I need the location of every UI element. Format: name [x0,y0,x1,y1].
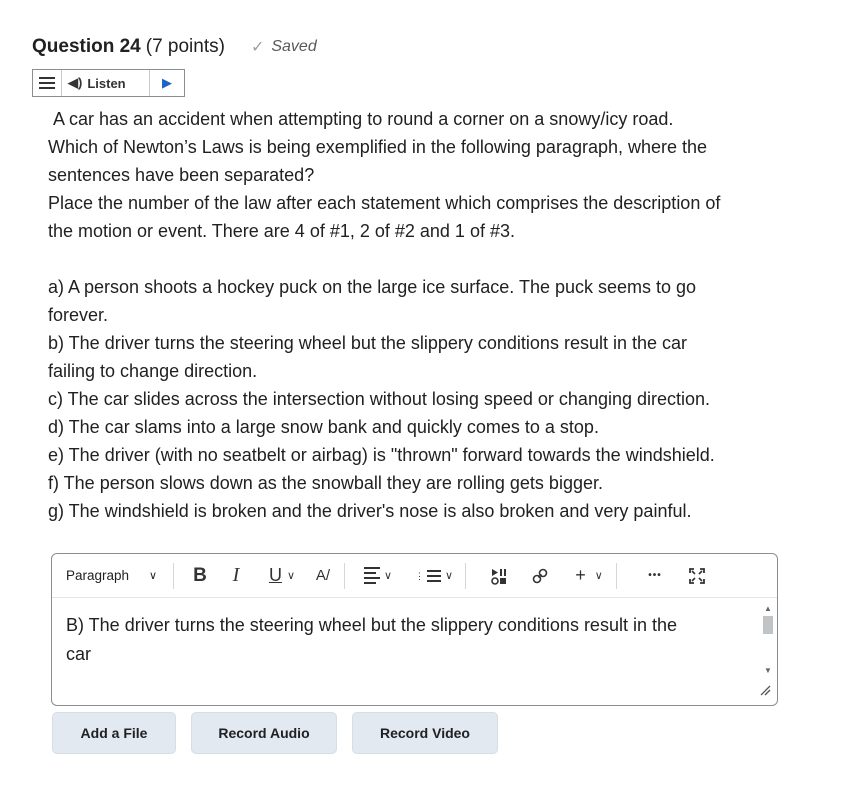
plus-icon: + [575,565,586,585]
question-header: Question 24 (7 points) ✓ Saved [32,36,317,58]
statement-line: c) The car slides across the intersectio… [48,389,711,409]
format-select[interactable]: Paragraph ∨ [66,568,166,583]
listen-toolbar: ◀) Listen ▶ [32,69,185,97]
more-options-button[interactable]: ••• [640,570,670,581]
saved-label: Saved [271,38,317,55]
statement-line: f) The person slows down as the snowball… [48,473,603,493]
chevron-down-icon: ∨ [149,570,158,582]
italic-button[interactable]: I [221,564,251,587]
bold-button[interactable]: B [185,565,215,587]
editor-content-area[interactable]: B) The driver turns the steering wheel b… [52,598,762,680]
toolbar-divider [344,562,345,589]
text-style-button[interactable]: A/ [309,567,337,584]
format-select-value: Paragraph [66,568,130,583]
chevron-down-icon: ∨ [383,570,393,582]
statement-line: e) The driver (with no seatbelt or airba… [48,445,715,465]
question-points: (7 points) [145,36,225,57]
resize-handle-icon[interactable] [759,684,771,699]
question-prompt: A car has an accident when attempting to… [48,105,788,525]
insert-media-icon [491,568,506,585]
editor-toolbar: Paragraph ∨ B I U ∨ A/ ∨ ⋮ ∨ + ∨ ••• [52,554,777,598]
fullscreen-button[interactable] [682,567,712,585]
speaker-icon: ◀) [68,75,83,90]
more-icon: ••• [648,570,662,581]
statement-line: failing to change direction. [48,361,258,381]
statement-line: g) The windshield is broken and the driv… [48,501,692,521]
chevron-down-icon: ∨ [444,570,454,582]
prompt-line: sentences have been separated? [48,165,315,185]
link-icon [532,568,548,583]
fullscreen-icon [689,567,705,584]
statement-line: a) A person shoots a hockey puck on the … [48,277,697,297]
editor-text-line: B) The driver turns the steering wheel b… [66,615,677,635]
rich-text-editor: Paragraph ∨ B I U ∨ A/ ∨ ⋮ ∨ + ∨ ••• B) … [51,553,778,706]
statement-line: d) The car slams into a large snow bank … [48,417,599,437]
add-file-button[interactable]: Add a File [52,712,176,754]
list-icon: ⋮ [415,569,441,582]
scroll-up-arrow-icon[interactable]: ▲ [762,604,774,614]
editor-text-line: car [66,644,92,664]
chevron-down-icon: ∨ [286,570,296,582]
insert-more-button[interactable]: + ∨ [569,565,609,586]
prompt-line: Place the number of the law after each s… [48,193,721,213]
align-button[interactable]: ∨ [358,567,398,584]
underline-label: U [268,565,282,585]
scrollbar-thumb[interactable] [763,616,773,634]
scroll-down-arrow-icon[interactable]: ▼ [762,666,774,676]
prompt-line: A car has an accident when attempting to… [53,109,674,129]
play-button[interactable]: ▶ [150,70,184,96]
insert-link-button[interactable] [525,567,555,585]
play-icon: ▶ [162,75,172,90]
question-title: Question 24 [32,36,141,57]
align-icon [363,567,380,584]
prompt-line: the motion or event. There are 4 of #1, … [48,221,515,241]
insert-media-button[interactable] [483,567,515,585]
record-audio-button[interactable]: Record Audio [191,712,337,754]
prompt-line: Which of Newton’s Laws is being exemplif… [48,137,708,157]
checkmark-icon: ✓ [250,39,265,56]
listen-menu-button[interactable] [33,70,61,96]
listen-label: Listen [87,75,126,91]
text-style-icon: A/ [315,567,331,584]
listen-button[interactable]: ◀) Listen [61,70,150,96]
statement-line: forever. [48,305,109,325]
toolbar-divider [465,562,466,589]
saved-status: ✓ Saved [251,37,317,57]
chevron-down-icon: ∨ [594,570,603,582]
editor-scrollbar[interactable]: ▲ ▼ [762,604,774,676]
list-button[interactable]: ⋮ ∨ [410,569,458,582]
underline-button[interactable]: U ∨ [261,565,303,586]
statement-line: b) The driver turns the steering wheel b… [48,333,687,353]
toolbar-divider [616,562,617,589]
record-video-button[interactable]: Record Video [352,712,498,754]
toolbar-divider [173,562,174,589]
